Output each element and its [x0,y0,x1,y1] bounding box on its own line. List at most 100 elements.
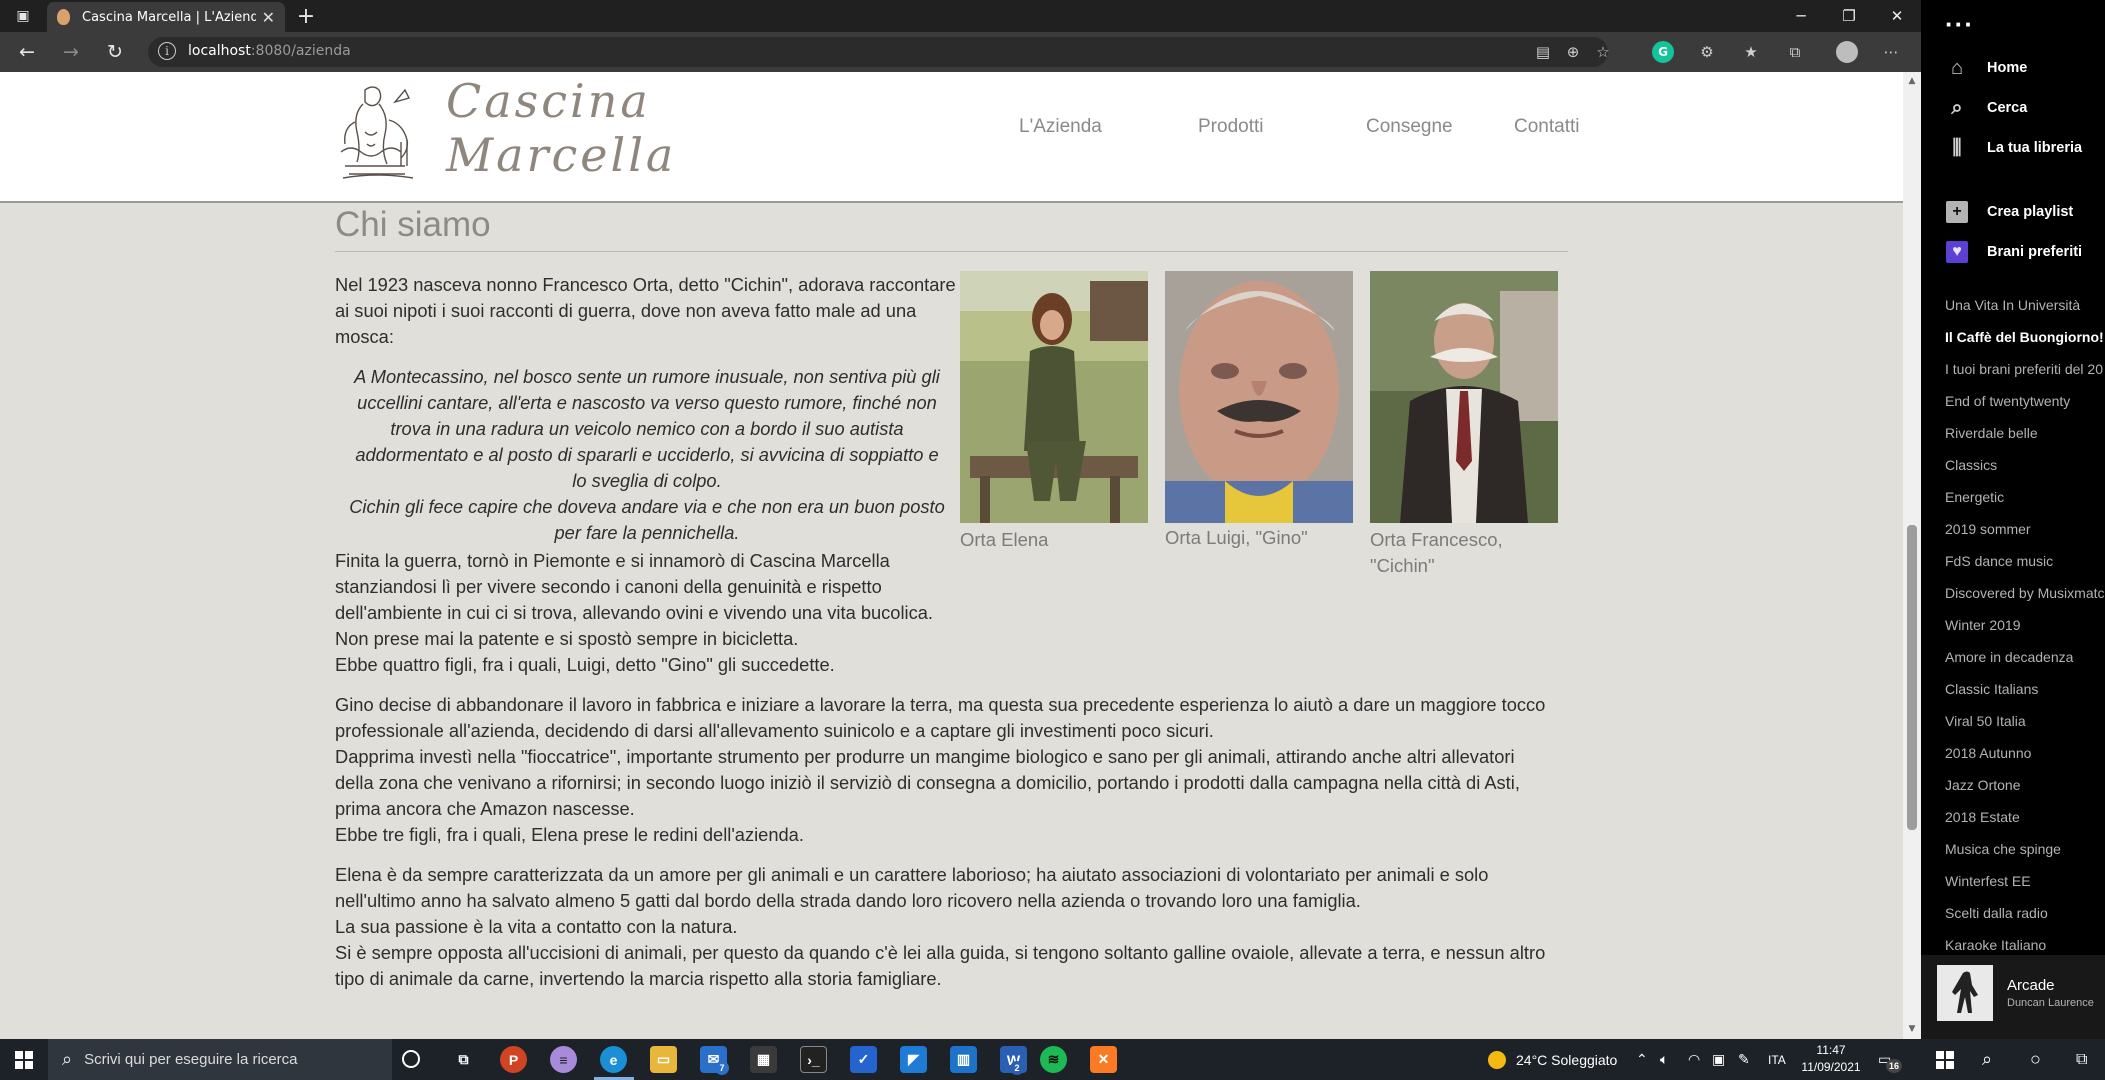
scrollbar-thumb[interactable] [1907,525,1917,830]
liked-songs-button[interactable]: ♥ Brani preferiti [1945,240,2082,264]
tab-actions-icon[interactable]: ▣ [10,4,36,28]
show-hidden-icons-icon[interactable]: ⌃ [1636,1039,1648,1080]
trello-icon[interactable]: ▥ [950,1046,977,1073]
edge-icon[interactable]: e [600,1046,627,1073]
nav-link-consegne[interactable]: Consegne [1366,116,1453,138]
wifi-icon[interactable]: ◠ [1688,1039,1700,1080]
browser-tab[interactable]: Cascina Marcella | L'Azienda ✕ [47,2,285,32]
intro-line: ai suoi nipoti i suoi racconti di guerra… [335,300,917,321]
site-info-icon[interactable]: i [158,42,176,60]
app-pill-icon[interactable]: ≡ [550,1046,577,1073]
nav-link-contatti[interactable]: Contatti [1514,116,1579,138]
reader-view-icon[interactable]: ▤ [1532,41,1554,63]
logo-line-1: Cascina [446,74,651,128]
profile-avatar[interactable] [1836,41,1858,63]
playlist-item[interactable]: 2018 Estate [1945,806,2105,838]
playlist-item[interactable]: Scelti dalla radio [1945,902,2105,934]
weather-widget[interactable]: 24°C Soleggiato [1488,1039,1617,1080]
favorites-icon[interactable]: ★ [1740,41,1762,63]
gino-line: Gino decise di abbandonare il lavoro in … [335,694,1546,715]
playlist-item[interactable]: FdS dance music [1945,550,2105,582]
powerpoint-icon[interactable]: P [500,1046,527,1073]
todo-icon[interactable]: ✓ [850,1046,877,1073]
playlist-item[interactable]: Jazz Ortone [1945,774,2105,806]
taskbar-search-box[interactable]: ⌕ Scrivi qui per eseguire la ricerca [48,1039,392,1080]
antivirus-icon[interactable]: ▣ [1712,1039,1725,1080]
minimize-button[interactable]: ─ [1777,0,1825,32]
reload-button[interactable]: ↻ [100,38,130,66]
spotify-nav-library[interactable]: ⫼ La tua libreria [1945,136,2082,160]
playlist-item[interactable]: Musica che spinge [1945,838,2105,870]
now-playing-title[interactable]: Arcade [2007,977,2055,994]
nav-link-prodotti[interactable]: Prodotti [1198,116,1263,138]
playlist-item[interactable]: Winterfest EE [1945,870,2105,902]
collections-icon[interactable]: ⧉ [1784,41,1806,63]
playlist-item[interactable]: Energetic [1945,486,2105,518]
cortana-icon[interactable] [402,1050,420,1068]
playlist-item[interactable]: Viral 50 Italia [1945,710,2105,742]
logo-illustration-icon[interactable] [335,82,419,182]
scroll-up-arrow-icon[interactable]: ▲ [1903,74,1921,88]
grammarly-extension-icon[interactable]: G [1652,41,1674,63]
extensions-icon[interactable]: ⚙ [1696,41,1718,63]
close-tab-icon[interactable]: ✕ [262,8,275,27]
playlist-item[interactable]: Amore in decadenza [1945,646,2105,678]
playlist-item[interactable]: Discovered by Musixmatc [1945,582,2105,614]
gino-line: Ebbe tre figli, fra i quali, Elena prese… [335,824,804,845]
window-controls: ─ ❐ ✕ [1777,0,1921,32]
site-logo[interactable]: Cascina Marcella [446,74,676,182]
url-text[interactable]: localhost:8080/azienda [188,43,351,59]
cortana-icon-secondary[interactable]: ○ [2030,1039,2041,1080]
spotify-nav-search[interactable]: ⌕ Cerca [1945,96,2027,120]
spotify-menu-icon[interactable]: ··· [1945,11,1974,37]
task-view-icon[interactable]: ⧉ [450,1046,477,1073]
playlist-list: Una Vita In Università Il Caffè del Buong… [1945,294,2105,966]
new-tab-button[interactable]: + [292,2,320,30]
spotify-nav-home[interactable]: ⌂ Home [1945,56,2027,80]
language-indicator[interactable]: ITA [1768,1039,1786,1080]
quote-line: addormentato e al posto di spararli e uc… [355,444,939,465]
pen-icon[interactable]: ✎ [1738,1039,1750,1080]
playlist-item[interactable]: Una Vita In Università [1945,294,2105,326]
nav-link-azienda[interactable]: L'Azienda [1019,116,1102,138]
clock-date: 11/09/2021 [1801,1060,1861,1074]
vscode-icon[interactable]: ◤ [900,1046,927,1073]
restore-button[interactable]: ❐ [1825,0,1873,32]
search-icon-secondary[interactable]: ⌕ [1982,1039,1992,1080]
scroll-down-arrow-icon[interactable]: ▼ [1903,1022,1921,1036]
xampp-icon[interactable]: ✕ [1090,1046,1117,1073]
address-bar[interactable]: i localhost:8080/azienda ▤ ⊕ ☆ [148,37,1610,67]
playlist-item[interactable]: Il Caffè del Buongiorno! [1945,326,2105,358]
more-menu-icon[interactable]: ⋯ [1880,41,1902,63]
close-window-button[interactable]: ✕ [1873,0,1921,32]
task-view-icon-secondary[interactable]: ⧉ [2076,1039,2087,1080]
spotify-icon[interactable]: ≋ [1040,1046,1067,1073]
playlist-item[interactable]: I tuoi brani preferiti del 20 [1945,358,2105,390]
back-button[interactable]: ← [12,38,42,66]
playlist-item[interactable]: Riverdale belle [1945,422,2105,454]
zoom-icon[interactable]: ⊕ [1562,41,1584,63]
playlist-item[interactable]: Classic Italians [1945,678,2105,710]
file-explorer-icon[interactable]: ▭ [650,1046,677,1073]
playlist-item[interactable]: End of twentytwenty [1945,390,2105,422]
quote-line: trova in una radura un veicolo nemico co… [390,418,904,439]
add-favorite-icon[interactable]: ☆ [1592,41,1614,63]
taskbar-search-placeholder: Scrivi qui per eseguire la ricerca [84,1051,298,1068]
forward-button[interactable]: → [56,38,86,66]
start-button[interactable] [0,1039,48,1080]
playlist-item[interactable]: Winter 2019 [1945,614,2105,646]
section-title: Chi siamo [335,205,491,244]
story-line: Finita la guerra, tornò in Piemonte e si… [335,550,890,571]
store-icon[interactable]: ▦ [750,1046,777,1073]
playlist-item[interactable]: 2018 Autunno [1945,742,2105,774]
clock[interactable]: 11:47 11/09/2021 [1794,1042,1868,1076]
album-cover[interactable] [1937,965,1993,1021]
playlist-item[interactable]: Classics [1945,454,2105,486]
create-playlist-label: Crea playlist [1987,204,2074,220]
volume-icon[interactable]: 🔈︎ [1660,1039,1668,1080]
start-button-secondary[interactable] [1921,1039,1969,1080]
playlist-item[interactable]: 2019 sommer [1945,518,2105,550]
terminal-icon[interactable]: ›_ [800,1046,827,1073]
create-playlist-button[interactable]: + Crea playlist [1945,200,2073,224]
now-playing-artist[interactable]: Duncan Laurence [2007,997,2094,1009]
